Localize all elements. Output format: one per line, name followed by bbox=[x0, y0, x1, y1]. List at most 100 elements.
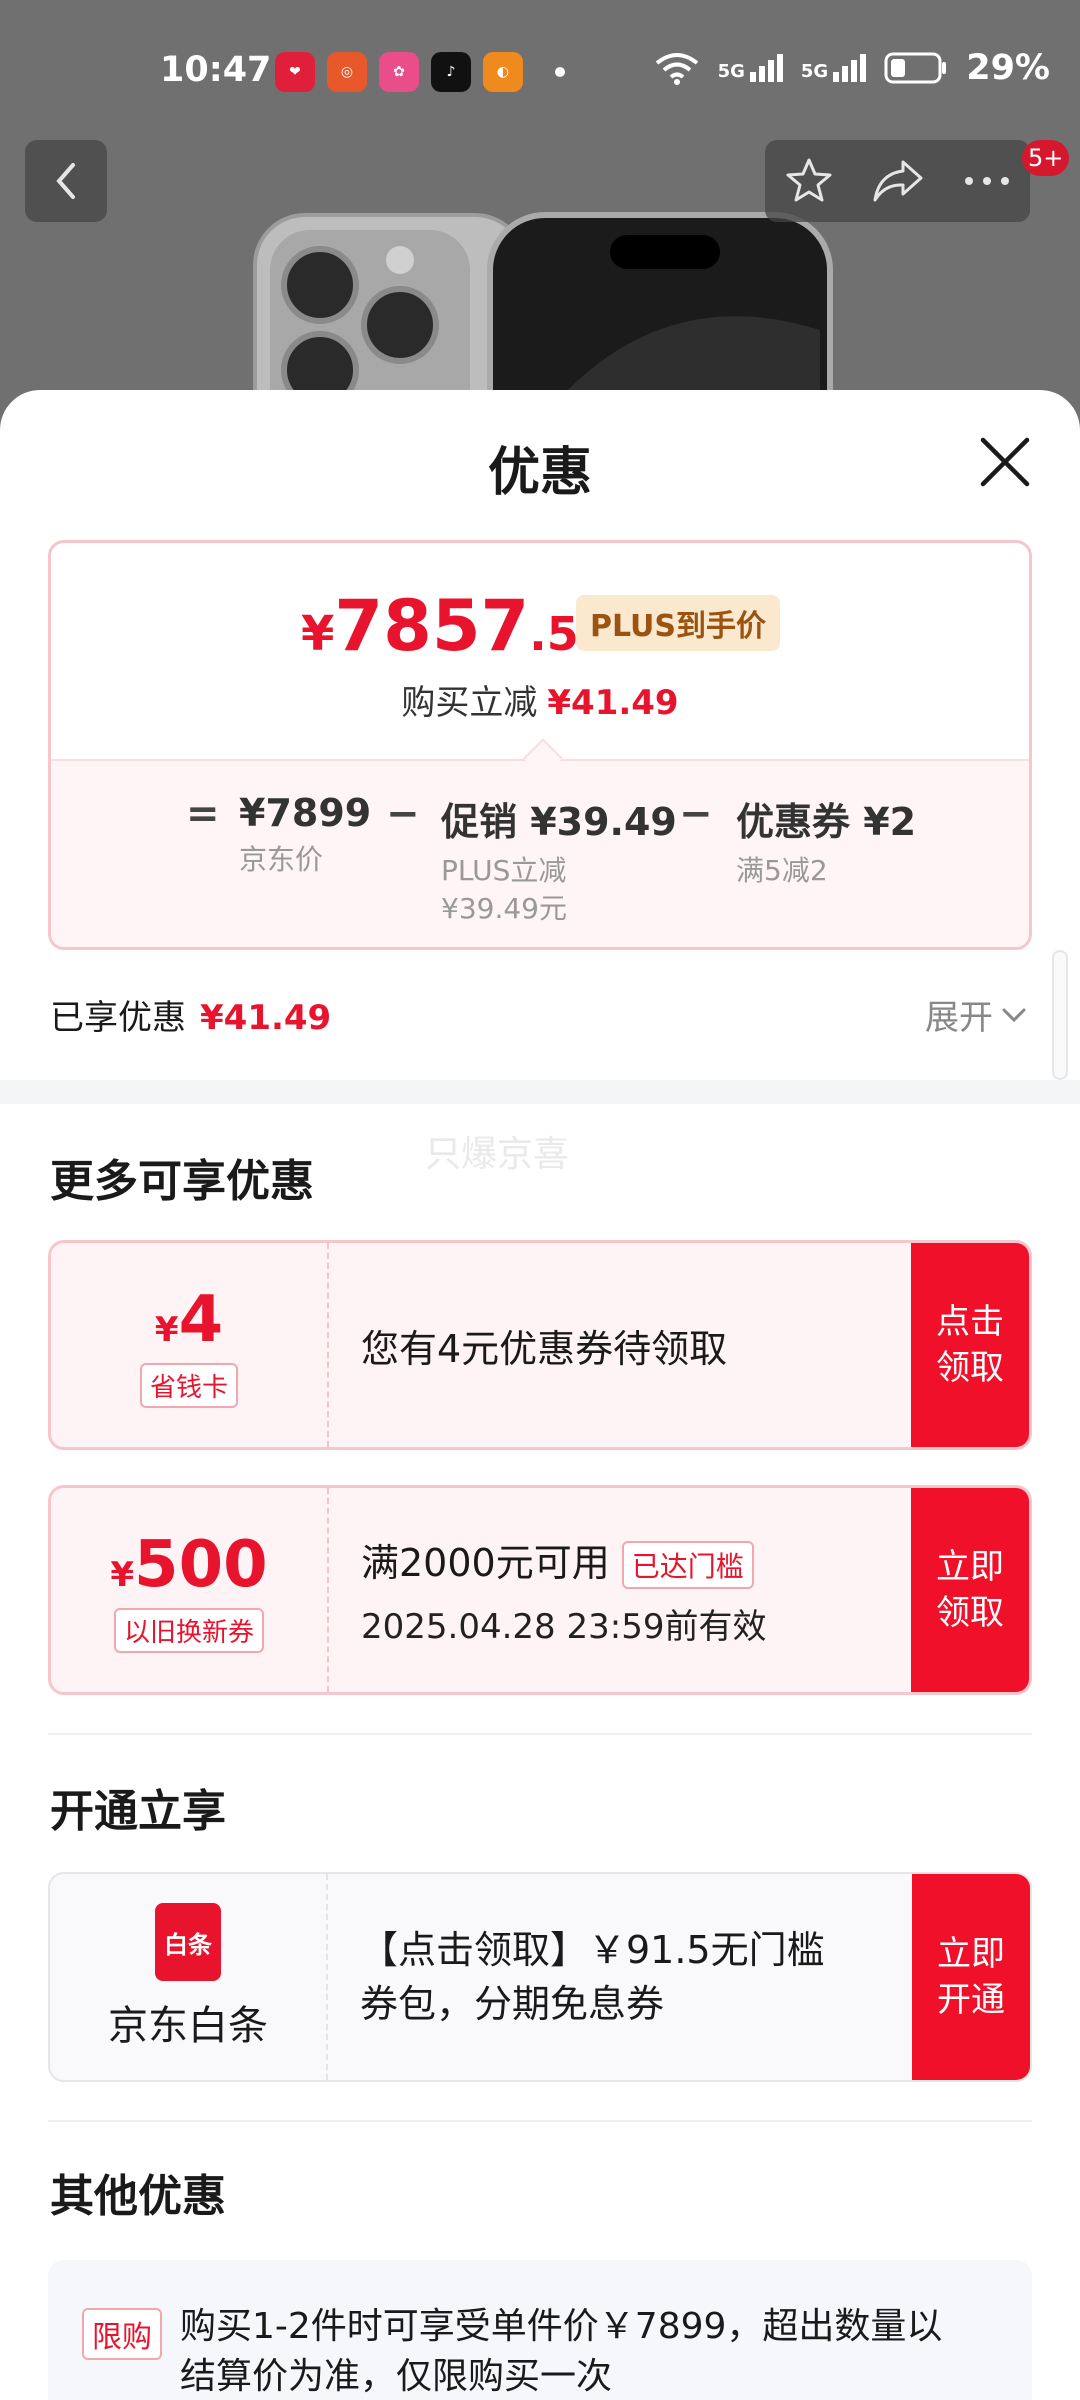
price-breakdown-card: ¥ 7857 .51 PLUS到手价 购买立减 ¥41.49 = ¥7899 京东… bbox=[48, 540, 1032, 950]
coupon-amount-area: ¥ 4 省钱卡 bbox=[51, 1243, 327, 1447]
reduction-label: 购买立减 bbox=[401, 683, 538, 723]
claim-coupon-button[interactable]: 立即 领取 bbox=[911, 1488, 1029, 1692]
enjoyed-value: ¥41.49 bbox=[200, 998, 332, 1038]
star-icon[interactable] bbox=[784, 156, 834, 206]
scrollbar[interactable] bbox=[1052, 950, 1068, 1080]
divider bbox=[48, 1733, 1032, 1735]
coupon-amount-value: 4 bbox=[178, 1282, 224, 1357]
coupon-info: 满2000元可用 已达门槛 2025.04.28 23:59前有效 bbox=[361, 1488, 921, 1692]
coupon-amount: ¥ 4 bbox=[155, 1283, 223, 1357]
message-badge: 5+ bbox=[1022, 140, 1070, 176]
status-time: 10:47 bbox=[160, 50, 272, 90]
status-right: 5G 5G 29% bbox=[654, 48, 1050, 88]
enjoyed-label: 已享优惠 bbox=[50, 998, 186, 1038]
button-label-line2: 领取 bbox=[936, 1348, 1004, 1388]
claim-coupon-button[interactable]: 点击 领取 bbox=[911, 1243, 1029, 1447]
coupon-info: 您有4元优惠券待领取 bbox=[361, 1243, 921, 1447]
app-notification-icon: ✿ bbox=[379, 52, 419, 92]
more-notifications-dot bbox=[555, 67, 565, 77]
coupon-rule: 满5减2 bbox=[736, 854, 828, 887]
notification-icons: ❤ ◎ ✿ ♪ ◐ bbox=[275, 52, 565, 92]
section-divider bbox=[0, 1080, 1080, 1104]
limit-tag: 限购 bbox=[82, 2308, 162, 2360]
expand-button[interactable]: 展开 bbox=[925, 990, 1027, 1039]
baitiao-desc-line1: 【点击领取】￥91.5无门槛 bbox=[360, 1928, 825, 1972]
baitiao-description: 【点击领取】￥91.5无门槛 券包，分期免息券 bbox=[360, 1874, 920, 2080]
product-image bbox=[253, 212, 833, 420]
network-type: 5G bbox=[800, 61, 829, 82]
close-icon[interactable] bbox=[975, 432, 1035, 492]
chevron-left-icon bbox=[56, 163, 75, 199]
minus-sign: − bbox=[679, 791, 713, 837]
share-icon[interactable] bbox=[871, 158, 925, 204]
baitiao-card: 白条 京东白条 【点击领取】￥91.5无门槛 券包，分期免息券 立即开通 bbox=[48, 1872, 1032, 2082]
coupon-value: 优惠券 ¥2 bbox=[736, 800, 917, 844]
baitiao-icon: 白条 bbox=[155, 1903, 221, 1981]
open-baitiao-button[interactable]: 立即 开通 bbox=[912, 1874, 1030, 2080]
section-title-more: 更多可享优惠 bbox=[50, 1156, 314, 1207]
price-formula-area: = ¥7899 京东价 − 促销 ¥39.49 PLUS立减 ¥39.49元 −… bbox=[51, 759, 1029, 947]
coupon-item: 优惠券 ¥2 满5减2 bbox=[736, 791, 916, 890]
header-actions bbox=[765, 140, 1030, 222]
jd-price-label: 京东价 bbox=[239, 843, 324, 876]
button-label-line1: 立即 bbox=[936, 1547, 1004, 1587]
expand-label: 展开 bbox=[925, 998, 993, 1038]
coupon-separator bbox=[327, 1243, 329, 1447]
final-price: ¥ 7857 .51 bbox=[301, 585, 611, 667]
coupon-amount-area: ¥ 500 以旧换新券 bbox=[51, 1488, 327, 1692]
divider bbox=[48, 2120, 1032, 2122]
currency-symbol: ¥ bbox=[301, 606, 335, 662]
button-label-line2: 领取 bbox=[936, 1593, 1004, 1633]
jd-price-value: ¥7899 bbox=[239, 791, 372, 835]
currency-symbol: ¥ bbox=[110, 1554, 135, 1595]
section-title-open: 开通立享 bbox=[50, 1786, 226, 1837]
coupon-type-tag: 省钱卡 bbox=[139, 1362, 238, 1408]
button-label-line2: 开通 bbox=[937, 1980, 1005, 2020]
coupon-card-savings: ¥ 4 省钱卡 您有4元优惠券待领取 点击领取 bbox=[48, 1240, 1032, 1450]
status-bar: 10:47 ❤ ◎ ✿ ♪ ◐ 5G 5G 29% bbox=[0, 0, 1080, 140]
battery-percent: 29% bbox=[966, 48, 1050, 88]
baitiao-icon-text: 白条 bbox=[164, 1930, 212, 1959]
threshold-reached-tag: 已达门槛 bbox=[621, 1541, 754, 1590]
coupon-validity: 2025.04.28 23:59前有效 bbox=[361, 1607, 767, 1648]
app-notification-icon: ◎ bbox=[327, 52, 367, 92]
coupon-description: 满2000元可用 bbox=[361, 1540, 610, 1585]
back-button[interactable] bbox=[25, 140, 107, 222]
promo-value: 促销 ¥39.49 bbox=[441, 800, 677, 844]
price-integer: 7857 bbox=[334, 585, 530, 667]
promo-amount: ¥39.49元 bbox=[441, 892, 567, 925]
button-label-line1: 立即 bbox=[937, 1934, 1005, 1974]
battery-icon bbox=[884, 52, 947, 84]
coupon-card-tradein: ¥ 500 以旧换新券 满2000元可用 已达门槛 2025.04.28 23:5… bbox=[48, 1485, 1032, 1695]
promo-item: 促销 ¥39.49 PLUS立减 ¥39.49元 bbox=[441, 791, 677, 928]
section-title-other: 其他优惠 bbox=[50, 2171, 226, 2222]
button-label-line1: 点击 bbox=[936, 1302, 1004, 1342]
discount-sheet: 优惠 ¥ 7857 .51 PLUS到手价 购买立减 ¥41.49 = ¥7899… bbox=[0, 390, 1080, 2400]
coupon-condition: 满2000元可用 已达门槛 bbox=[361, 1532, 921, 1590]
baitiao-name: 京东白条 bbox=[108, 2003, 268, 2049]
network-type: 5G bbox=[717, 61, 745, 82]
wifi-icon bbox=[655, 53, 698, 85]
price-formula: = ¥7899 京东价 − 促销 ¥39.49 PLUS立减 ¥39.49元 −… bbox=[51, 791, 1029, 941]
card-separator bbox=[326, 1874, 328, 2080]
more-icon[interactable] bbox=[962, 174, 1012, 188]
coupon-amount-value: 500 bbox=[134, 1527, 268, 1602]
instant-reduction: 购买立减 ¥41.49 bbox=[51, 675, 1029, 724]
limit-text-line2: 结算价为准，仅限购买一次 bbox=[180, 2356, 613, 2397]
app-notification-icon: ◐ bbox=[483, 52, 523, 92]
minus-sign: − bbox=[386, 791, 420, 837]
app-notification-icon: ❤ bbox=[275, 52, 315, 92]
plus-price-tag: PLUS到手价 bbox=[576, 595, 781, 651]
promo-label: PLUS立减 bbox=[441, 854, 567, 887]
coupon-separator bbox=[327, 1488, 329, 1692]
coupon-amount: ¥ 500 bbox=[110, 1528, 267, 1602]
reduction-value: ¥41.49 bbox=[547, 683, 679, 723]
tiktok-icon: ♪ bbox=[431, 52, 471, 92]
sheet-title: 优惠 bbox=[487, 443, 592, 503]
background-product-area: 10:47 ❤ ◎ ✿ ♪ ◐ 5G 5G 29% 5+ bbox=[0, 0, 1080, 420]
coupon-description: 您有4元优惠券待领取 bbox=[361, 1326, 728, 1371]
baitiao-desc-line2: 券包，分期免息券 bbox=[360, 1982, 665, 2026]
final-price-area: ¥ 7857 .51 PLUS到手价 购买立减 ¥41.49 bbox=[51, 543, 1029, 759]
enjoyed-discount: 已享优惠 ¥41.49 bbox=[50, 990, 331, 1039]
coupon-type-tag: 以旧换新券 bbox=[113, 1607, 264, 1653]
